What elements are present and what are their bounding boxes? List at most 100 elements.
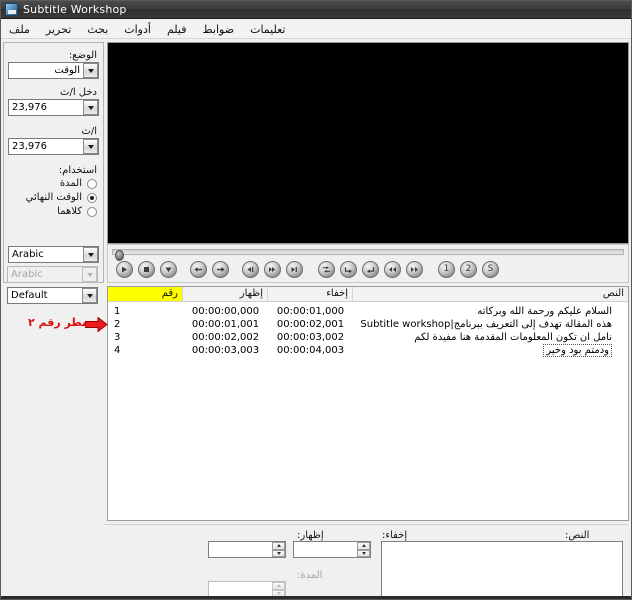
stop-button[interactable] [138,261,155,278]
menu-item-settings[interactable]: ضوابط [195,21,243,38]
menu-item-tools[interactable]: أدوات [116,21,159,38]
seek-slider-thumb[interactable] [115,250,124,261]
row-number: 3 [114,332,121,343]
forward-button[interactable] [212,261,229,278]
row-show-time: 00:00:01,001 [191,319,260,330]
step-forward-button[interactable] [286,261,303,278]
mark-subtitle-button[interactable] [160,261,177,278]
table-row[interactable]: 1 00:00:00,000 00:00:01,000 السلام عليكم… [108,305,628,318]
menu-item-file[interactable]: ملف [1,21,38,38]
style-combo-value: Default [11,290,48,301]
subtitle-list-header: رقم إظهار إخفاء النص [108,287,628,302]
row-hide-time: 00:00:04,003 [276,345,345,356]
column-header-show[interactable]: إظهار [183,287,268,301]
move-subtitle-forward-button[interactable] [406,261,423,278]
marker-s-button[interactable]: S [482,261,499,278]
duration-label: المدة: [297,570,323,581]
rewind-button[interactable] [190,261,207,278]
hide-time-label: إخفاء: [382,530,408,541]
set-end-time-button[interactable] [362,261,379,278]
table-row[interactable]: 2 00:00:01,001 00:00:02,001 هذه المقالة … [108,318,628,331]
radio-dot-icon [87,178,97,189]
table-row[interactable]: 3 00:00:02,002 00:00:03,002 نأمل أن تكون… [108,331,628,344]
menu-item-help[interactable]: تعليمات [242,21,293,38]
row-text: هذه المقالة تهدف إلى التعريف ببرنامج|Sub… [360,319,612,330]
row-text: نأمل أن تكون المعلومات المقدمة هنا مفيدة… [414,332,612,343]
style-combo[interactable]: Default [7,287,98,304]
input-fps-combo[interactable]: 23,976 [8,99,99,116]
sync-button[interactable] [318,261,335,278]
text-label: النص: [565,530,590,541]
spinner-up-icon [272,582,285,590]
menu-bar: ملف تحرير بحث أدوات فيلم ضوابط تعليمات [1,20,631,39]
chevron-down-icon[interactable] [83,63,98,78]
fps-value: 23,976 [12,141,47,152]
menu-item-edit[interactable]: تحرير [38,21,79,38]
menu-item-movie[interactable]: فيلم [159,21,195,38]
radio-final-time-label: الوقت النهائي [25,192,82,203]
row-show-time: 00:00:03,003 [191,345,260,356]
use-label: استخدام: [58,165,97,176]
row-text-focused: ودمتم بود وخير [353,344,628,357]
table-row[interactable]: 4 00:00:03,003 00:00:04,003 ودمتم بود وخ… [108,344,628,357]
column-header-number[interactable]: رقم [108,287,183,301]
row-show-time: 00:00:02,002 [191,332,260,343]
hide-time-spinner[interactable] [293,541,371,558]
column-header-text[interactable]: النص [353,287,628,301]
language-combo[interactable]: Arabic [8,246,99,263]
chevron-down-icon[interactable] [82,288,97,303]
row-number: 1 [114,306,121,317]
input-fps-value: 23,976 [12,102,47,113]
chevron-down-icon[interactable] [83,100,98,115]
marker-2-button[interactable]: 2 [460,261,477,278]
player-controls-panel: 1 2 S [107,244,629,283]
spinner-down-icon[interactable] [357,549,370,557]
radio-dot-icon [87,206,97,217]
show-time-spinner[interactable] [208,541,286,558]
title-bar: Subtitle Workshop [1,1,631,19]
show-time-label: إظهار: [297,530,324,541]
row-hide-time: 00:00:03,002 [276,332,345,343]
row-show-time: 00:00:00,000 [191,306,260,317]
next-frame-button[interactable] [264,261,281,278]
spinner-buttons[interactable] [357,542,370,557]
column-header-hide[interactable]: إخفاء [268,287,353,301]
mode-combo[interactable]: الوقت [8,62,99,79]
mode-combo-value: الوقت [54,65,80,76]
radio-duration[interactable]: المدة [60,178,97,189]
radio-both-label: كلاهما [57,206,82,217]
radio-both[interactable]: كلاهما [57,206,97,217]
move-subtitle-back-button[interactable] [384,261,401,278]
spinner-buttons[interactable] [272,542,285,557]
radio-dot-selected-icon [87,192,97,203]
chevron-down-icon[interactable] [83,247,98,262]
radio-final-time[interactable]: الوقت النهائي [26,192,97,203]
app-icon [5,3,18,16]
spinner-up-icon[interactable] [272,542,285,550]
language-combo-value: Arabic [12,249,44,260]
spinner-buttons [272,582,285,597]
play-button[interactable] [116,261,133,278]
row-hide-time: 00:00:02,001 [276,319,345,330]
left-options-panel: الوضع: الوقت دخل ا/ث 23,976 ا/ث 23,976 ا… [3,42,104,283]
chevron-down-icon[interactable] [83,139,98,154]
fps-combo[interactable]: 23,976 [8,138,99,155]
video-preview-area[interactable] [107,42,629,244]
radio-duration-label: المدة [59,178,82,189]
language-combo-secondary: Arabic [7,266,98,283]
right-arrow-icon [85,317,108,332]
window-bottom-edge [1,596,631,599]
spinner-up-icon[interactable] [357,542,370,550]
row-number: 2 [114,319,121,330]
subtitle-text-input[interactable] [381,541,623,599]
seek-slider[interactable] [112,249,624,261]
spinner-down-icon[interactable] [272,549,285,557]
menu-item-search[interactable]: بحث [79,21,116,38]
mode-label: الوضع: [68,50,97,61]
marker-1-button[interactable]: 1 [438,261,455,278]
input-fps-label: دخل ا/ث [60,87,97,98]
prev-frame-button[interactable] [242,261,259,278]
subtitle-edit-panel: إظهار: المدة: إخفاء: النص: [104,524,629,599]
subtitle-list[interactable]: رقم إظهار إخفاء النص 1 00:00:00,000 00:0… [107,286,629,521]
set-start-time-button[interactable] [340,261,357,278]
